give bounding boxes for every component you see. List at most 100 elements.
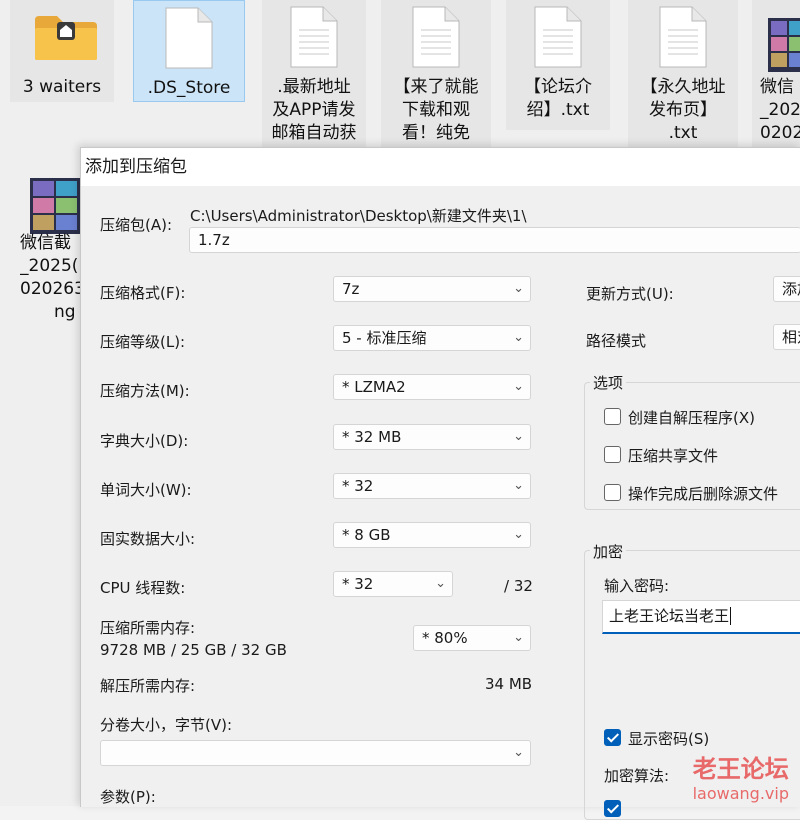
shared-checkbox[interactable] — [604, 446, 621, 463]
method-select[interactable]: * LZMA2 ⌄ — [333, 374, 531, 400]
params-label: 参数(P): — [100, 788, 156, 806]
update-label: 更新方式(U): — [586, 285, 674, 303]
desktop-item-label-line: 发布页】 — [649, 100, 717, 120]
update-select[interactable]: 添加 — [773, 276, 800, 302]
text-file-icon — [534, 6, 582, 68]
mem-value: 9728 MB / 25 GB / 32 GB — [100, 641, 287, 659]
desktop-item-image[interactable]: 微信 _202 0202 — [752, 0, 800, 147]
archive-name-value: 1.7z — [198, 231, 230, 249]
shared-label: 压缩共享文件 — [628, 447, 719, 465]
word-value: * 32 — [342, 477, 374, 495]
sfx-label: 创建自解压程序(X) — [628, 409, 755, 427]
desktop-item-label-line: .txt — [668, 123, 698, 143]
cpu-total: / 32 — [504, 577, 533, 595]
blank-file-icon — [165, 7, 213, 69]
desktop-item-label-line: 【论坛介 — [524, 77, 592, 97]
desktop-item-label-line: 看！纯免 — [402, 123, 470, 143]
image-thumbnail-icon — [768, 18, 800, 72]
chevron-down-icon: ⌄ — [513, 281, 524, 296]
desktop-item-label-line: 及APP请发 — [272, 100, 356, 120]
format-select[interactable]: 7z ⌄ — [333, 276, 531, 302]
dict-value: * 32 MB — [342, 428, 402, 446]
watermark-url: laowang.vip — [692, 784, 789, 803]
path-mode-value: 相对 — [782, 328, 800, 346]
desktop-item-ds-store[interactable]: .DS_Store — [133, 0, 245, 102]
delete-after-checkbox[interactable] — [604, 484, 621, 501]
word-label: 单词大小(W): — [100, 481, 192, 499]
chevron-down-icon: ⌄ — [513, 330, 524, 345]
image-thumbnail-icon — [30, 178, 80, 234]
decomp-value: 34 MB — [485, 675, 533, 693]
desktop-item-folder[interactable]: 3 waiters — [10, 0, 114, 102]
split-select[interactable]: ⌄ — [100, 740, 531, 766]
password-label: 输入密码: — [604, 577, 670, 595]
encrypt-names-checkbox[interactable] — [604, 800, 621, 817]
desktop-item-txt[interactable]: 【永久地址 发布页】 .txt — [628, 0, 738, 147]
desktop-item-txt[interactable]: 【来了就能 下载和观 看！纯免 — [381, 0, 491, 147]
delete-after-label: 操作完成后删除源文件 — [628, 485, 779, 503]
chevron-down-icon: ⌄ — [513, 429, 524, 444]
desktop-item-label: 3 waiters — [22, 77, 102, 97]
show-password-label: 显示密码(S) — [628, 730, 710, 748]
chevron-down-icon: ⌄ — [435, 576, 446, 591]
folder-icon — [35, 16, 97, 60]
chevron-down-icon: ⌄ — [513, 745, 524, 760]
mem-label: 压缩所需内存: — [100, 619, 196, 637]
desktop-item-image[interactable]: 微信截 _2025( 020263 ng — [18, 168, 85, 328]
sfx-checkbox[interactable] — [604, 408, 621, 425]
desktop-item-label-line: 0202 — [760, 123, 800, 143]
word-select[interactable]: * 32 ⌄ — [333, 473, 531, 499]
format-label: 压缩格式(F): — [100, 284, 186, 302]
path-mode-label: 路径模式 — [586, 332, 647, 350]
encrypt-method-label: 加密算法: — [604, 767, 670, 785]
desktop-item-label-line: 微信 — [760, 77, 794, 97]
archive-path: C:\Users\Administrator\Desktop\新建文件夹\1\ — [190, 207, 527, 225]
level-select[interactable]: 5 - 标准压缩 ⌄ — [333, 325, 531, 351]
dialog-title: 添加到压缩包 — [81, 148, 800, 186]
desktop-item-txt[interactable]: 【论坛介 绍】.txt — [506, 0, 610, 130]
chevron-down-icon: ⌄ — [513, 379, 524, 394]
add-to-archive-dialog: 添加到压缩包 压缩包(A): C:\Users\Administrator\De… — [80, 147, 800, 820]
archive-label: 压缩包(A): — [100, 216, 173, 234]
method-value: * LZMA2 — [342, 378, 406, 396]
text-file-icon — [290, 6, 338, 68]
text-file-icon — [412, 6, 460, 68]
split-label: 分卷大小，字节(V): — [100, 716, 233, 734]
update-value: 添加 — [782, 280, 800, 298]
text-file-icon — [659, 6, 707, 68]
chevron-down-icon: ⌄ — [513, 478, 524, 493]
format-value: 7z — [342, 280, 360, 298]
show-password-checkbox[interactable] — [604, 729, 621, 746]
archive-name-input[interactable]: 1.7z — [189, 227, 800, 253]
level-value: 5 - 标准压缩 — [342, 329, 427, 347]
password-value: 上老王论坛当老王 — [609, 607, 730, 625]
desktop-item-label-line: .最新地址 — [277, 77, 351, 97]
cpu-label: CPU 线程数: — [100, 579, 186, 597]
watermark-title: 老王论坛 — [692, 755, 789, 783]
desktop-item-label-line: 下载和观 — [402, 100, 470, 120]
desktop-item-label-line: 【来了就能 — [393, 77, 479, 97]
chevron-down-icon: ⌄ — [513, 527, 524, 542]
mem-percent-select[interactable]: * 80% ⌄ — [413, 625, 531, 651]
dict-select[interactable]: * 32 MB ⌄ — [333, 424, 531, 450]
desktop-item-label-line: 绍】.txt — [526, 100, 590, 120]
mem-percent-value: * 80% — [422, 629, 468, 647]
desktop-item-txt[interactable]: .最新地址 及APP请发 邮箱自动获 — [262, 0, 366, 147]
watermark: 老王论坛 laowang.vip — [693, 749, 789, 803]
method-label: 压缩方法(M): — [100, 382, 190, 400]
level-label: 压缩等级(L): — [100, 333, 186, 351]
desktop-item-label-line: 邮箱自动获 — [271, 123, 357, 143]
chevron-down-icon: ⌄ — [513, 630, 524, 645]
cpu-select[interactable]: * 32 ⌄ — [333, 571, 453, 597]
path-mode-select[interactable]: 相对 — [773, 324, 800, 350]
desktop-item-label: .DS_Store — [147, 78, 231, 98]
solid-value: * 8 GB — [342, 526, 391, 544]
desktop-item-label-line: 【永久地址 — [640, 77, 726, 97]
solid-select[interactable]: * 8 GB ⌄ — [333, 522, 531, 548]
dict-label: 字典大小(D): — [100, 432, 189, 450]
password-input[interactable]: 上老王论坛当老王 — [602, 600, 800, 634]
options-title: 选项 — [590, 372, 627, 393]
cpu-value: * 32 — [342, 575, 374, 593]
encrypt-title: 加密 — [590, 541, 627, 562]
solid-label: 固实数据大小: — [100, 530, 196, 548]
